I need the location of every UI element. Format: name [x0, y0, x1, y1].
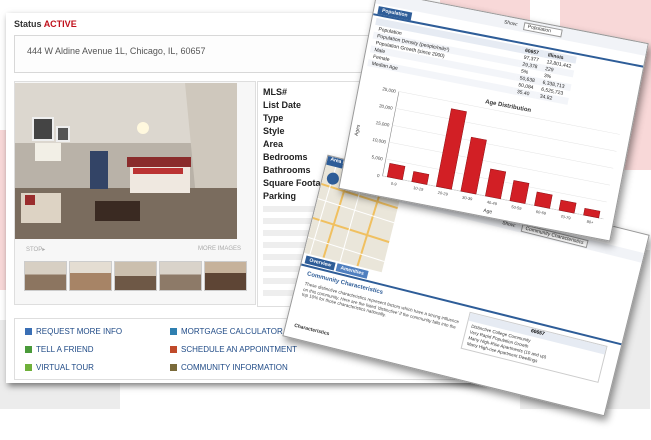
chart-bar — [460, 136, 487, 195]
thumbnail[interactable] — [159, 261, 202, 291]
chart-title: Age Distribution — [485, 99, 532, 114]
photo-controls: STOP▸ MORE IMAGES — [26, 246, 241, 253]
tell-a-friend-link[interactable]: TELL A FRIEND — [25, 345, 94, 354]
y-tick-label: 5,000 — [371, 154, 383, 161]
chart-axes — [382, 91, 604, 220]
y-tick-label: 10,000 — [372, 137, 387, 145]
x-tick-label: 80+ — [586, 219, 594, 225]
chart-bar — [411, 171, 430, 185]
chart-bar — [583, 207, 601, 219]
virtual-tour-link[interactable]: VIRTUAL TOUR — [25, 363, 94, 372]
x-tick-label: 0-9 — [390, 181, 397, 187]
x-tick-label: 40-49 — [486, 199, 498, 206]
chart-bar — [534, 191, 553, 209]
chart-gridline — [392, 125, 614, 169]
chart-bar — [485, 168, 507, 200]
calculator-icon — [170, 328, 177, 335]
schedule-appointment-link[interactable]: SCHEDULE AN APPOINTMENT — [170, 345, 297, 354]
population-select[interactable]: Population — [522, 22, 563, 38]
community-icon — [170, 364, 177, 371]
x-tick-label: 20-29 — [437, 190, 449, 197]
main-listing-photo[interactable] — [15, 83, 237, 239]
chart-xlabel: Age — [483, 208, 493, 216]
x-tick-label: 60-69 — [535, 209, 547, 216]
calendar-icon — [170, 346, 177, 353]
listing-status: Status ACTIVE — [14, 19, 77, 29]
thumbnail[interactable] — [24, 261, 67, 291]
mortgage-calculator-link[interactable]: MORTGAGE CALCULATOR — [170, 327, 283, 336]
thumbnail[interactable] — [114, 261, 157, 291]
y-tick-label: 15,000 — [375, 120, 390, 128]
thumbnail[interactable] — [204, 261, 247, 291]
slideshow-stop[interactable]: STOP▸ — [26, 247, 45, 253]
chart-bar — [558, 199, 577, 214]
x-tick-label: 70-79 — [560, 214, 572, 221]
footer-label: Characteristics — [293, 322, 330, 338]
thumbnail[interactable] — [69, 261, 112, 291]
chart-gridline — [395, 108, 617, 152]
person-icon — [25, 346, 32, 353]
chart-bar — [386, 163, 406, 181]
tour-icon — [25, 364, 32, 371]
community-info-link[interactable]: COMMUNITY INFORMATION — [170, 363, 288, 372]
status-value: ACTIVE — [43, 19, 77, 29]
thumbnail-strip — [24, 261, 249, 291]
x-tick-label: 30-39 — [462, 195, 474, 202]
request-info-link[interactable]: REQUEST MORE INFO — [25, 327, 122, 336]
chart-gridline — [398, 91, 620, 135]
status-label: Status — [14, 19, 42, 29]
chart-bar — [435, 108, 467, 190]
y-tick-label: 0 — [377, 173, 381, 178]
chart-ylabel: Ages — [354, 124, 362, 137]
x-tick-label: 10-19 — [413, 185, 425, 192]
y-tick-label: 20,000 — [379, 103, 394, 111]
address-text: 444 W Aldine Avenue 1L, Chicago, IL, 606… — [27, 46, 206, 56]
more-images-link[interactable]: MORE IMAGES — [198, 246, 241, 252]
x-tick-label: 50-59 — [511, 204, 523, 211]
y-tick-label: 25,000 — [382, 86, 397, 94]
info-icon — [25, 328, 32, 335]
